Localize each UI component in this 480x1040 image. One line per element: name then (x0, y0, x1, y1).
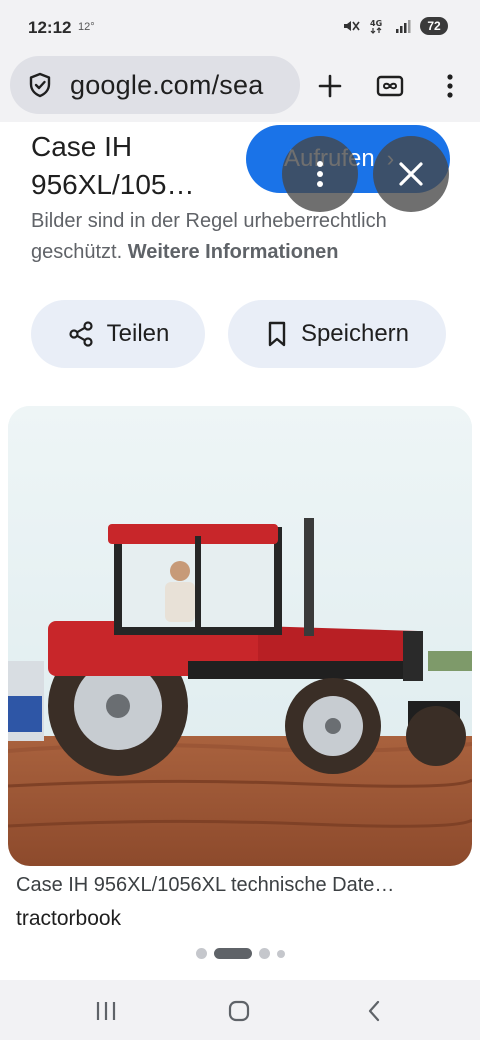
more-info-link[interactable]: Weitere Informationen (128, 241, 339, 263)
overlay-close-button[interactable] (373, 136, 449, 212)
more-vert-icon (317, 161, 323, 187)
tractor-image (8, 406, 472, 866)
back-icon (368, 1000, 380, 1022)
image-source[interactable]: tractorbook (16, 907, 121, 931)
navigation-bar (0, 980, 480, 1040)
recents-icon (96, 1002, 116, 1020)
carousel-dot (258, 948, 270, 959)
carousel-dot-active (213, 948, 252, 959)
result-title: Case IH 956XL/105… (31, 131, 195, 200)
menu-button[interactable] (430, 66, 470, 106)
carousel-dot (195, 948, 207, 959)
image-caption[interactable]: Case IH 956XL/1056XL technische Date… (16, 874, 466, 897)
image-result-panel: Case IH 956XL/105… Aufrufen › Bilder sin… (0, 122, 480, 980)
home-button[interactable] (219, 994, 259, 1028)
copyright-notice: Bilder sind in der Regel urheberrechtlic… (31, 206, 451, 268)
more-vert-icon (447, 74, 453, 98)
save-button[interactable]: Speichern (228, 300, 446, 368)
battery-indicator: 72 (420, 17, 448, 35)
new-tab-button[interactable] (310, 66, 350, 106)
network-type-icon: 4G (370, 19, 382, 34)
plus-icon (318, 74, 342, 98)
share-label: Teilen (106, 320, 170, 347)
tab-switcher-icon (376, 75, 404, 97)
status-bar: 12:12 12° 4G 72 (0, 0, 480, 52)
shield-icon[interactable] (26, 71, 54, 99)
recents-button[interactable] (86, 994, 126, 1028)
share-button[interactable]: Teilen (31, 300, 205, 368)
carousel-indicator (0, 948, 480, 959)
status-time: 12:12 (28, 18, 72, 37)
mute-icon (344, 21, 360, 31)
status-icons: 4G 72 (342, 17, 448, 35)
tab-switcher-button[interactable] (370, 66, 410, 106)
browser-toolbar: google.com/sea (0, 52, 480, 122)
url-bar[interactable]: google.com/sea (10, 56, 300, 114)
status-temperature: 12° (78, 21, 95, 33)
overlay-more-button[interactable] (282, 136, 358, 212)
save-label: Speichern (300, 320, 410, 347)
result-image[interactable] (8, 406, 472, 866)
carousel-dot (276, 949, 285, 958)
close-icon (399, 162, 423, 186)
url-text[interactable]: google.com/sea (70, 70, 263, 101)
bookmark-icon (268, 321, 286, 347)
home-icon (228, 1000, 250, 1022)
network-type-label: 4G (370, 19, 382, 28)
signal-icon (396, 20, 411, 33)
share-icon (69, 321, 93, 347)
back-button[interactable] (354, 994, 394, 1028)
